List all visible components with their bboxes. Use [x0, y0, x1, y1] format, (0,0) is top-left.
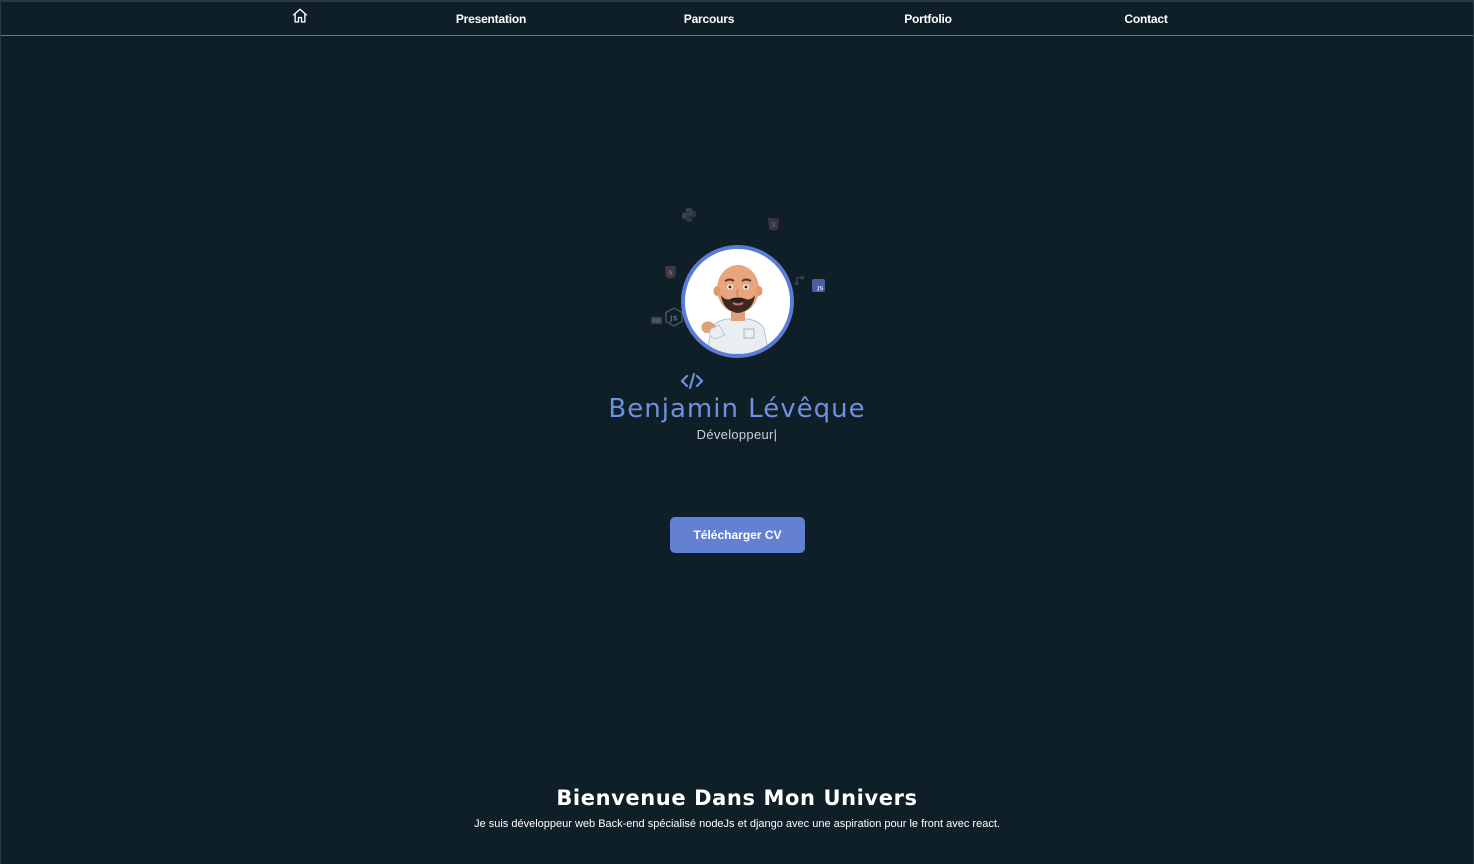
javascript-icon: JS	[812, 279, 825, 292]
python-icon	[682, 208, 696, 222]
svg-text:3: 3	[771, 221, 775, 229]
git-icon	[794, 275, 805, 286]
home-icon[interactable]	[291, 7, 309, 25]
nav-item-parcours[interactable]: Parcours	[684, 12, 735, 26]
welcome-title: Bienvenue Dans Mon Univers	[556, 786, 918, 810]
html5-icon: 5	[665, 266, 676, 279]
page: Presentation Parcours Portfolio Contact …	[0, 0, 1474, 864]
hero-role: Développeur|	[1, 427, 1473, 442]
avatar	[681, 245, 794, 358]
hero-role-text: Développeur	[696, 427, 774, 442]
typing-cursor: |	[773, 427, 778, 442]
nav-item-portfolio[interactable]: Portfolio	[904, 12, 952, 26]
nav-item-presentation[interactable]: Presentation	[456, 12, 526, 26]
nodejs-icon: JS	[665, 307, 683, 327]
database-icon	[651, 316, 662, 325]
svg-text:5: 5	[668, 269, 673, 277]
top-nav: Presentation Parcours Portfolio Contact	[1, 2, 1473, 36]
download-cv-button[interactable]: Télécharger CV	[670, 517, 805, 553]
nav-item-contact[interactable]: Contact	[1124, 12, 1167, 26]
svg-text:JS: JS	[816, 286, 823, 292]
code-icon	[680, 373, 704, 389]
hero-name: Benjamin Lévêque	[608, 394, 866, 424]
css3-icon: 3	[768, 218, 779, 231]
welcome-text: Je suis développeur web Back-end spécial…	[474, 818, 1000, 830]
avatar-illustration	[685, 249, 790, 354]
svg-text:JS: JS	[669, 315, 678, 323]
